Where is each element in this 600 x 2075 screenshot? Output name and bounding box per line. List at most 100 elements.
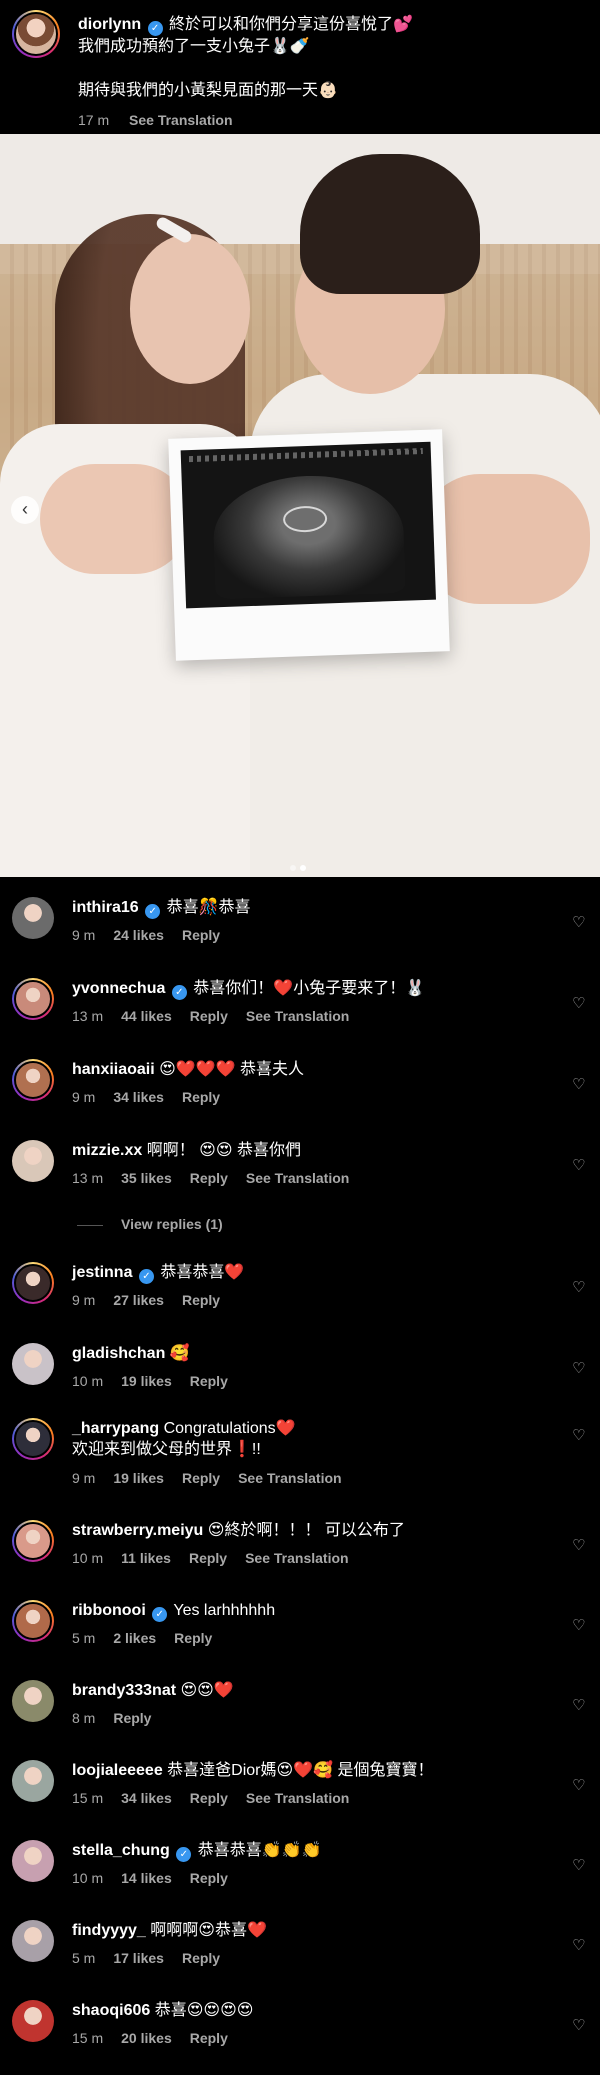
- comment-likes[interactable]: 24 likes: [113, 927, 164, 943]
- commenter-avatar[interactable]: [12, 1140, 54, 1182]
- comment-likes[interactable]: 17 likes: [113, 1950, 164, 1966]
- reply-button[interactable]: Reply: [174, 1630, 212, 1646]
- like-heart-icon[interactable]: ♡: [572, 2018, 588, 2034]
- see-translation-link[interactable]: See Translation: [245, 1550, 348, 1566]
- author-username[interactable]: diorlynn: [78, 16, 141, 33]
- comment-likes[interactable]: 44 likes: [121, 1008, 172, 1024]
- commenter-avatar[interactable]: [12, 1840, 54, 1882]
- carousel-dot-1[interactable]: [290, 865, 296, 871]
- see-translation-link[interactable]: See Translation: [238, 1470, 341, 1486]
- comment-time: 10 m: [72, 1550, 104, 1566]
- like-heart-icon[interactable]: ♡: [572, 1938, 588, 1954]
- post-photo[interactable]: ‹: [0, 134, 600, 877]
- see-translation-link[interactable]: See Translation: [129, 112, 232, 128]
- commenter-avatar[interactable]: [12, 1520, 54, 1562]
- comment-body: _harrypang Congratulations❤️ 欢迎来到做父母的世界❗️…: [72, 1418, 552, 1460]
- reply-button[interactable]: Reply: [190, 1170, 228, 1186]
- commenter-username[interactable]: findyyyy_: [72, 1922, 146, 1939]
- comment-meta: 9 m 24 likes Reply: [72, 927, 238, 943]
- commenter-avatar[interactable]: [12, 2000, 54, 2042]
- like-heart-icon[interactable]: ♡: [572, 1428, 588, 1444]
- commenter-username[interactable]: loojialeeeee: [72, 1762, 163, 1779]
- commenter-username[interactable]: mizzie.xx: [72, 1142, 142, 1159]
- like-heart-icon[interactable]: ♡: [572, 915, 588, 931]
- carousel-prev-button[interactable]: ‹: [11, 496, 39, 524]
- comment-meta: 5 m 2 likes Reply: [72, 1630, 230, 1646]
- comment-likes[interactable]: 14 likes: [121, 1870, 172, 1886]
- commenter-avatar[interactable]: [12, 1760, 54, 1802]
- commenter-username[interactable]: _harrypang: [72, 1420, 159, 1437]
- see-translation-link[interactable]: See Translation: [246, 1008, 349, 1024]
- like-heart-icon[interactable]: ♡: [572, 1077, 588, 1093]
- comment-likes[interactable]: 20 likes: [121, 2030, 172, 2046]
- comment-likes[interactable]: 27 likes: [113, 1292, 164, 1308]
- comment-likes[interactable]: 2 likes: [113, 1630, 156, 1646]
- reply-button[interactable]: Reply: [182, 1950, 220, 1966]
- reply-button[interactable]: Reply: [190, 2030, 228, 2046]
- comment-time: 9 m: [72, 927, 96, 943]
- reply-button[interactable]: Reply: [190, 1373, 228, 1389]
- comment-meta: 13 m 35 likes Reply See Translation: [72, 1170, 367, 1186]
- comment-body: loojialeeeee 恭喜達爸Dior媽😍❤️🥰 是個兔寶寶！: [72, 1760, 552, 1781]
- comment-text: 恭喜恭喜❤️: [160, 1264, 245, 1281]
- commenter-avatar[interactable]: [12, 978, 54, 1020]
- reply-button[interactable]: Reply: [182, 1292, 220, 1308]
- commenter-avatar[interactable]: [12, 1262, 54, 1304]
- like-heart-icon[interactable]: ♡: [572, 1538, 588, 1554]
- see-translation-link[interactable]: See Translation: [246, 1170, 349, 1186]
- commenter-avatar[interactable]: [12, 1418, 54, 1460]
- comment-meta: 15 m 34 likes Reply See Translation: [72, 1790, 367, 1806]
- comment-text: 恭喜達爸Dior媽😍❤️🥰 是個兔寶寶！: [167, 1762, 434, 1779]
- commenter-username[interactable]: brandy333nat: [72, 1682, 176, 1699]
- reply-button[interactable]: Reply: [182, 1089, 220, 1105]
- commenter-avatar[interactable]: [12, 1343, 54, 1385]
- see-translation-link[interactable]: See Translation: [246, 1790, 349, 1806]
- comment-likes[interactable]: 11 likes: [121, 1550, 171, 1566]
- post-caption: diorlynn ✓ 終於可以和你們分享這份喜悅了💕 我們成功預約了一支小兔子🐰…: [0, 0, 600, 134]
- commenter-avatar[interactable]: [12, 1600, 54, 1642]
- reply-button[interactable]: Reply: [190, 1870, 228, 1886]
- commenter-username[interactable]: ribbonooi: [72, 1602, 146, 1619]
- comment-meta: 9 m 27 likes Reply: [72, 1292, 238, 1308]
- commenter-avatar[interactable]: [12, 1920, 54, 1962]
- avatar-image: [14, 1061, 52, 1099]
- author-avatar[interactable]: [12, 10, 60, 58]
- comment-meta: 13 m 44 likes Reply See Translation: [72, 1008, 367, 1024]
- like-heart-icon[interactable]: ♡: [572, 1858, 588, 1874]
- commenter-username[interactable]: shaoqi606: [72, 2002, 150, 2019]
- like-heart-icon[interactable]: ♡: [572, 996, 588, 1012]
- comment-body: yvonnechua ✓ 恭喜你们！❤️小兔子要来了！🐰: [72, 978, 552, 1000]
- like-heart-icon[interactable]: ♡: [572, 1158, 588, 1174]
- view-replies-label[interactable]: View replies (1): [121, 1216, 223, 1232]
- commenter-username[interactable]: gladishchan: [72, 1345, 165, 1362]
- like-heart-icon[interactable]: ♡: [572, 1280, 588, 1296]
- like-heart-icon[interactable]: ♡: [572, 1618, 588, 1634]
- reply-button[interactable]: Reply: [190, 1790, 228, 1806]
- commenter-username[interactable]: jestinna: [72, 1264, 132, 1281]
- like-heart-icon[interactable]: ♡: [572, 1778, 588, 1794]
- comment-likes[interactable]: 35 likes: [121, 1170, 172, 1186]
- comment-likes[interactable]: 19 likes: [113, 1470, 164, 1486]
- commenter-avatar[interactable]: [12, 897, 54, 939]
- reply-button[interactable]: Reply: [189, 1550, 227, 1566]
- comment-text: Yes larhhhhhh: [173, 1602, 276, 1619]
- comment-likes[interactable]: 34 likes: [121, 1790, 172, 1806]
- commenter-avatar[interactable]: [12, 1059, 54, 1101]
- avatar-image: [14, 1602, 52, 1640]
- reply-button[interactable]: Reply: [182, 927, 220, 943]
- commenter-avatar[interactable]: [12, 1680, 54, 1722]
- comment-likes[interactable]: 34 likes: [113, 1089, 164, 1105]
- commenter-username[interactable]: hanxiiaoaii: [72, 1061, 155, 1078]
- view-replies-button[interactable]: View replies (1): [77, 1216, 223, 1232]
- reply-button[interactable]: Reply: [190, 1008, 228, 1024]
- carousel-dot-2[interactable]: [300, 865, 306, 871]
- like-heart-icon[interactable]: ♡: [572, 1361, 588, 1377]
- commenter-username[interactable]: strawberry.meiyu: [72, 1522, 203, 1539]
- commenter-username[interactable]: yvonnechua: [72, 980, 165, 997]
- reply-button[interactable]: Reply: [113, 1710, 151, 1726]
- like-heart-icon[interactable]: ♡: [572, 1698, 588, 1714]
- comment-likes[interactable]: 19 likes: [121, 1373, 172, 1389]
- commenter-username[interactable]: inthira16: [72, 899, 139, 916]
- reply-button[interactable]: Reply: [182, 1470, 220, 1486]
- commenter-username[interactable]: stella_chung: [72, 1842, 170, 1859]
